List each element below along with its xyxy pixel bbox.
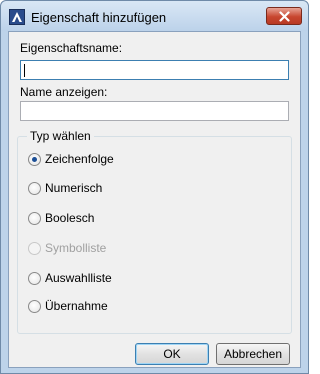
property-name-label: Eigenschaftsname: — [20, 41, 123, 55]
radio-button[interactable] — [28, 212, 41, 225]
type-group-legend: Typ wählen — [27, 129, 94, 143]
ok-button[interactable]: OK — [135, 343, 209, 365]
title-bar[interactable]: Eigenschaft hinzufügen — [1, 1, 308, 31]
close-icon — [279, 11, 290, 22]
radio-button[interactable] — [28, 300, 41, 313]
display-name-label: Name anzeigen: — [20, 85, 108, 99]
close-button[interactable] — [266, 7, 302, 25]
radio-button[interactable] — [28, 153, 41, 166]
property-name-input[interactable] — [20, 60, 289, 80]
radio-label: Boolesch — [45, 211, 95, 225]
autocad-icon — [9, 9, 25, 25]
radio-label: Symbolliste — [45, 241, 107, 255]
radio-button[interactable] — [28, 272, 41, 285]
dialog-window: Eigenschaft hinzufügen Eigenschaftsname:… — [0, 0, 309, 374]
text-caret — [24, 64, 25, 77]
radio-label: Auswahlliste — [45, 271, 112, 285]
radio-label: Zeichenfolge — [45, 152, 114, 166]
cancel-button[interactable]: Abbrechen — [216, 343, 290, 365]
radio-label: Numerisch — [45, 181, 103, 195]
radio-label: Übernahme — [45, 299, 108, 313]
window-title: Eigenschaft hinzufügen — [31, 10, 167, 25]
display-name-input[interactable] — [20, 101, 289, 121]
radio-button[interactable] — [28, 182, 41, 195]
dialog-body: Eigenschaftsname: Name anzeigen: Typ wäh… — [8, 31, 301, 368]
radio-button — [28, 242, 41, 255]
